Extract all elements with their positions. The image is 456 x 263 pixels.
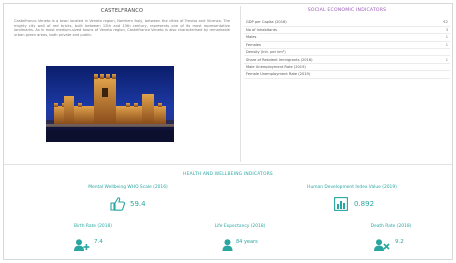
indicator-value [427, 48, 450, 57]
life-expectancy-value: 84 years [236, 239, 258, 245]
indicator-label: Females [244, 41, 428, 50]
top-section: CASTELFRANCO Castelfranco Veneto is a to… [4, 4, 452, 164]
table-row: Share of Resident Immigrants (2016) 1 [244, 55, 450, 64]
birth-rate-label: Birth Rate (2018) [74, 224, 112, 229]
death-rate-label: Death Rate (2018) [370, 224, 412, 229]
table-row: Males 1 [244, 33, 450, 42]
user-icon [222, 236, 233, 255]
indicator-label: Male Unemployment Rate (2019) [244, 63, 428, 72]
indicator-value [427, 70, 450, 79]
castle-night-image [46, 66, 174, 142]
table-row: Female Unemployment Rate (2019) [244, 70, 450, 79]
health-wellbeing-section: HEALTH AND WELLBEING INDICATORS Mental W… [4, 166, 452, 259]
section-divider [4, 164, 452, 165]
indicator-label: GDP per Capita (2016) [244, 19, 428, 27]
city-profile-panel: CASTELFRANCO Castelfranco Veneto is a to… [3, 3, 453, 260]
indicator-value: €2 [427, 19, 450, 27]
indicator-label: Female Unemployment Rate (2019) [244, 70, 428, 79]
table-row: No of Inhabitants 3 [244, 26, 450, 35]
hdi-label: Human Development Index Value (2019) [307, 185, 397, 190]
table-row: Male Unemployment Rate (2019) [244, 63, 450, 72]
social-economic-table: GDP per Capita (2016) €2 No of Inhabitant… [244, 19, 450, 79]
social-economic-card: SOCIAL ECONOMIC INDICATORS GDP per Capit… [244, 8, 450, 160]
indicator-value: 3 [427, 26, 450, 35]
table-row: GDP per Capita (2016) €2 [244, 19, 450, 27]
life-expectancy-label: Life Expectancy (2018) [214, 224, 266, 229]
mental-wellbeing-label: Mental Wellbeing WHO Scale (2016) [88, 185, 168, 190]
user-plus-icon [74, 236, 90, 255]
city-description-card: CASTELFRANCO Castelfranco Veneto is a to… [8, 8, 236, 160]
thumbs-up-icon [110, 196, 126, 215]
indicator-value: 1 [427, 41, 450, 50]
table-row: Density (Inh. per km²) [244, 48, 450, 57]
city-description: Castelfranco Veneto is a town located in… [14, 19, 230, 37]
mental-wellbeing-value: 59.4 [130, 200, 146, 208]
city-photo [46, 66, 174, 142]
bar-chart-icon [334, 196, 348, 215]
user-times-icon [374, 236, 390, 255]
indicator-value: 1 [427, 33, 450, 42]
table-row: Females 1 [244, 41, 450, 50]
birth-rate-value: 7.4 [94, 239, 103, 245]
column-divider [240, 6, 241, 162]
social-economic-title: SOCIAL ECONOMIC INDICATORS [307, 8, 387, 13]
city-title: CASTELFRANCO [100, 8, 144, 14]
indicator-label: Share of Resident Immigrants (2016) [244, 55, 428, 64]
indicator-value: 1 [427, 55, 450, 64]
indicator-label: Males [244, 33, 428, 42]
death-rate-value: 9.2 [395, 239, 404, 245]
indicator-value [427, 63, 450, 72]
indicator-label: Density (Inh. per km²) [244, 48, 428, 57]
indicator-label: No of Inhabitants [244, 26, 428, 35]
hdi-value: 0.892 [354, 200, 375, 208]
health-wellbeing-title: HEALTH AND WELLBEING INDICATORS [183, 172, 273, 177]
